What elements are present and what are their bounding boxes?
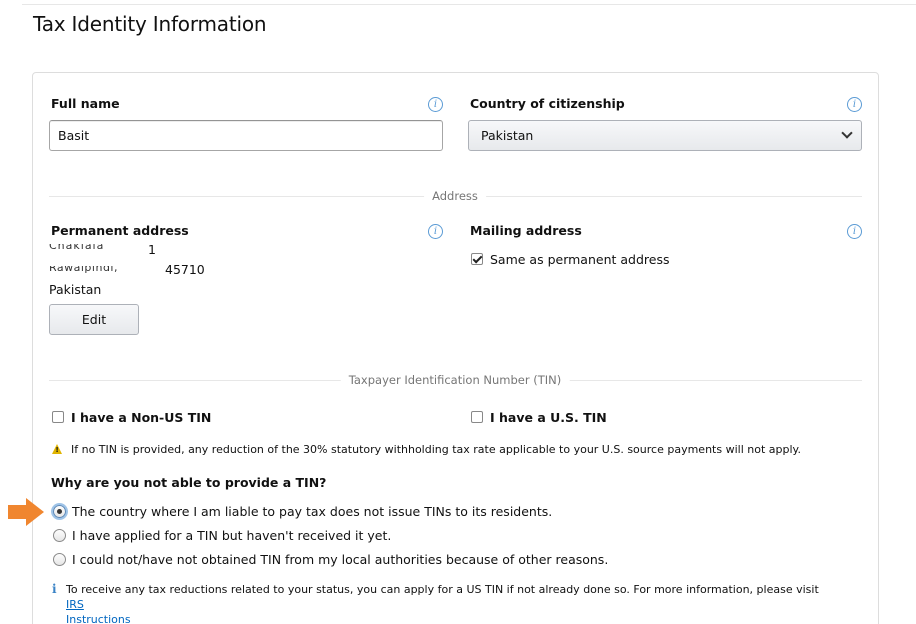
same-as-permanent-label[interactable]: Same as permanent address: [490, 252, 669, 267]
mailing-address-label: Mailing address: [470, 223, 582, 238]
warning-icon: !: [52, 444, 62, 454]
reason-option-applied[interactable]: I have applied for a TIN but haven't rec…: [72, 528, 391, 543]
full-name-label: Full name: [51, 96, 120, 111]
non-us-tin-checkbox[interactable]: [52, 411, 64, 423]
reason-radio-no-tin-issued[interactable]: [53, 505, 66, 518]
edit-address-button[interactable]: Edit: [49, 304, 139, 335]
reason-option-other[interactable]: I could not/have not obtained TIN from m…: [72, 552, 608, 567]
us-tin-checkbox[interactable]: [471, 411, 483, 423]
no-tin-warning: If no TIN is provided, any reduction of …: [71, 443, 801, 456]
info-icon: i: [52, 582, 57, 596]
irs-link[interactable]: IRS: [66, 598, 84, 611]
redacted-city: Rawalpindi, Punjab: [49, 266, 118, 274]
top-divider: [22, 4, 916, 5]
reason-radio-applied[interactable]: [53, 529, 66, 542]
full-name-input[interactable]: [49, 120, 443, 151]
reason-option-no-tin-issued[interactable]: The country where I am liable to pay tax…: [72, 504, 552, 519]
full-name-info-icon[interactable]: i: [428, 97, 443, 112]
citizenship-info-icon[interactable]: i: [847, 97, 862, 112]
chevron-down-icon: [833, 121, 861, 150]
permanent-address-line2: 45710: [165, 262, 205, 277]
reason-radio-other[interactable]: [53, 553, 66, 566]
citizenship-label: Country of citizenship: [470, 96, 625, 111]
instructions-link[interactable]: Instructions: [66, 613, 131, 624]
permanent-address-info-icon[interactable]: i: [428, 224, 443, 239]
tin-reason-question: Why are you not able to provide a TIN?: [51, 475, 327, 490]
mailing-address-info-icon[interactable]: i: [847, 224, 862, 239]
address-divider-label: Address: [424, 189, 486, 203]
arrow-right-icon: [8, 498, 44, 526]
permanent-address-country: Pakistan: [49, 282, 102, 297]
permanent-address-label: Permanent address: [51, 223, 189, 238]
citizenship-select[interactable]: Pakistan: [468, 120, 862, 151]
citizenship-selected-value: Pakistan: [481, 128, 534, 143]
tin-divider-label: Taxpayer Identification Number (TIN): [340, 373, 570, 387]
permanent-address-line1: 1: [148, 242, 156, 257]
redacted-street: Chaklala Scheme: [49, 244, 105, 252]
same-as-permanent-checkbox[interactable]: [471, 253, 483, 265]
tin-info-text: To receive any tax reductions related to…: [66, 583, 819, 596]
tin-info-note: To receive any tax reductions related to…: [66, 582, 836, 624]
page-title: Tax Identity Information: [33, 12, 267, 36]
non-us-tin-label[interactable]: I have a Non-US TIN: [71, 410, 211, 425]
us-tin-label[interactable]: I have a U.S. TIN: [490, 410, 607, 425]
